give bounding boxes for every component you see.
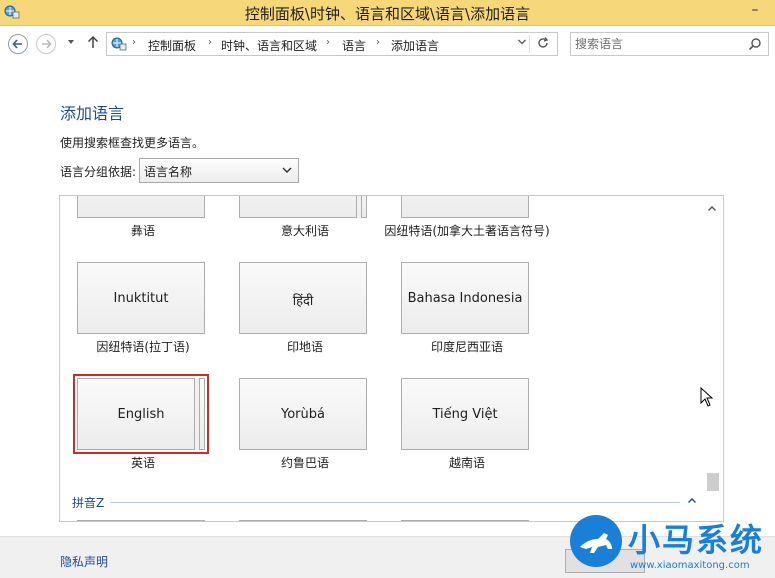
- language-tile-yoruba[interactable]: Yorùbá: [239, 378, 367, 450]
- language-caption: 因纽特语(拉丁语): [96, 340, 190, 354]
- group-by-select[interactable]: 语言名称: [139, 158, 299, 183]
- arrow-right-icon: [42, 39, 52, 49]
- privacy-link[interactable]: 隐私声明: [60, 553, 108, 570]
- language-caption: 英语: [130, 456, 155, 470]
- search-icon[interactable]: [748, 37, 762, 51]
- section-divider: [110, 502, 680, 503]
- language-tile-indonesian[interactable]: Bahasa Indonesia: [401, 262, 529, 334]
- arrow-left-icon: [12, 39, 22, 49]
- breadcrumb-separator-icon: ›: [132, 37, 136, 48]
- refresh-icon[interactable]: [536, 36, 550, 50]
- language-caption: 彝语: [130, 224, 155, 238]
- search-hint-text: 使用搜索框查找更多语言。: [60, 136, 205, 150]
- scrollbar-thumb[interactable]: [707, 473, 719, 491]
- watermark: 小马系统 www.xiaomaxitong.com: [568, 513, 775, 578]
- navigation-bar: › 控制面板 › 时钟、语言和区域 › 语言 › 添加语言: [0, 27, 775, 60]
- language-tile-vietnamese[interactable]: Tiếng Việt: [401, 378, 529, 450]
- language-caption: 越南语: [448, 456, 485, 470]
- minimize-button[interactable]: –: [735, 0, 775, 24]
- language-tile-partial[interactable]: [239, 520, 367, 521]
- back-button[interactable]: [8, 34, 28, 54]
- language-tile-italian[interactable]: [239, 196, 367, 218]
- scroll-up-icon[interactable]: [707, 204, 717, 214]
- divider: [529, 35, 530, 53]
- address-dropdown-icon[interactable]: [517, 37, 527, 47]
- language-list-pane: 彝语 意大利语 因纽特语(加拿大土著语言符号) Inuktitut हिंदी …: [59, 195, 724, 522]
- language-caption: 因纽特语(加拿大土著语言符号): [384, 224, 550, 238]
- group-by-label: 语言分组依据:: [60, 165, 137, 179]
- language-tile-inuktitut-latin[interactable]: Inuktitut: [77, 262, 205, 334]
- title-bar: 控制面板\时钟、语言和区域\语言\添加语言 –: [0, 0, 775, 26]
- search-input[interactable]: [575, 35, 745, 53]
- breadcrumb-clock-language-region[interactable]: 时钟、语言和区域: [221, 37, 317, 54]
- language-tile-partial[interactable]: [401, 520, 529, 521]
- section-header-z[interactable]: 拼音Z: [72, 494, 104, 511]
- language-tile-english[interactable]: English: [73, 374, 209, 454]
- mouse-cursor-icon: [700, 387, 714, 407]
- tile-text: English: [117, 407, 165, 422]
- chevron-down-icon: [282, 167, 292, 173]
- tile-text: हिंदी: [292, 294, 314, 309]
- breadcrumb-separator-icon: ›: [326, 37, 330, 48]
- language-caption: 约鲁巴语: [280, 456, 329, 470]
- watermark-name: 小马系统: [628, 521, 765, 559]
- search-box[interactable]: [570, 32, 769, 56]
- tile-text: Yorùbá: [281, 407, 325, 422]
- language-tile-yi[interactable]: [77, 196, 205, 218]
- group-by-value: 语言名称: [144, 165, 193, 179]
- breadcrumb-add-language[interactable]: 添加语言: [391, 37, 439, 54]
- control-panel-icon: [111, 37, 127, 51]
- watermark-url: www.xiaomaxitong.com: [630, 560, 750, 571]
- up-arrow-icon[interactable]: [87, 35, 99, 49]
- language-caption: 意大利语: [280, 224, 329, 238]
- page-title: 添加语言: [60, 104, 125, 123]
- language-caption: 印度尼西亚语: [430, 340, 503, 354]
- breadcrumb-language[interactable]: 语言: [342, 37, 366, 54]
- forward-button[interactable]: [36, 34, 56, 54]
- language-tile-partial[interactable]: [77, 520, 205, 521]
- address-bar[interactable]: › 控制面板 › 时钟、语言和区域 › 语言 › 添加语言: [106, 32, 558, 56]
- language-caption: 印地语: [286, 340, 323, 354]
- tile-text: Tiếng Việt: [432, 407, 498, 422]
- tile-text: Inuktitut: [113, 291, 169, 306]
- breadcrumb-separator-icon: ›: [376, 37, 380, 48]
- chevron-up-icon[interactable]: [687, 496, 697, 506]
- horse-logo-icon: [570, 515, 622, 567]
- language-tile-hindi[interactable]: हिंदी: [239, 262, 367, 334]
- breadcrumb-separator-icon: ›: [208, 37, 212, 48]
- breadcrumb-control-panel[interactable]: 控制面板: [148, 37, 196, 54]
- window-title: 控制面板\时钟、语言和区域\语言\添加语言: [244, 5, 531, 23]
- language-tile-inuktitut-syllabics[interactable]: [401, 196, 529, 218]
- tile-text: Bahasa Indonesia: [407, 291, 523, 306]
- recent-locations-icon[interactable]: [66, 37, 76, 47]
